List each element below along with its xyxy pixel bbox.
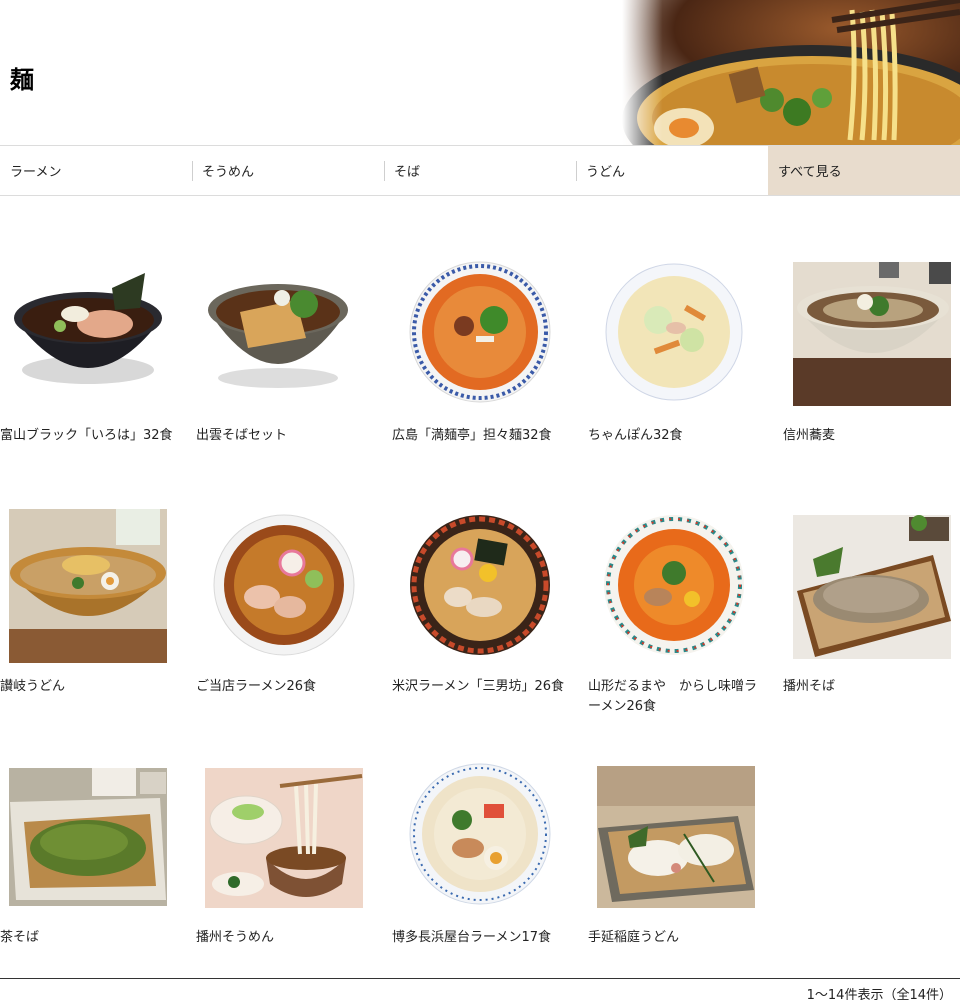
category-tabs: ラーメン そうめん そば うどん すべて見る: [0, 145, 960, 196]
page-title: 麺: [10, 66, 34, 94]
footer-divider: [0, 978, 960, 979]
tantanmen-plate-image: [392, 248, 568, 420]
tab-soba[interactable]: そば: [384, 146, 576, 195]
product-name: 茶そば: [0, 930, 40, 945]
somen-photo-image: [196, 750, 372, 922]
product-card[interactable]: 播州そうめん: [196, 750, 372, 980]
shoyu-ramen-plate-image: [196, 499, 372, 671]
product-card[interactable]: 富山ブラック「いろは」32食: [0, 248, 176, 478]
zaru-soba-photo-image: [783, 499, 959, 671]
soba-bowl-image: [196, 248, 372, 420]
product-card[interactable]: 米沢ラーメン「三男坊」26食: [392, 499, 568, 729]
cha-soba-photo-image: [0, 750, 176, 922]
product-card[interactable]: ご当店ラーメン26食: [196, 499, 372, 729]
product-name: 富山ブラック「いろは」32食: [0, 428, 173, 443]
product-name: ちゃんぽん32食: [588, 428, 683, 443]
product-row: 富山ブラック「いろは」32食 出雲そばセット 広島「満麺亭」担々麺32食 ちゃん…: [0, 248, 960, 499]
inaniwa-photo-image: [588, 750, 764, 922]
miso-ramen-plate-image: [392, 499, 568, 671]
product-name: 手延稲庭うどん: [588, 930, 680, 945]
tonkotsu-plate-image: [392, 750, 568, 922]
product-card[interactable]: 広島「満麺亭」担々麺32食: [392, 248, 568, 478]
tab-somen[interactable]: そうめん: [192, 146, 384, 195]
product-name: ご当店ラーメン26食: [196, 679, 317, 694]
karashi-miso-plate-image: [588, 499, 764, 671]
product-card[interactable]: 手延稲庭うどん: [588, 750, 764, 980]
product-card[interactable]: 讃岐うどん: [0, 499, 176, 729]
product-grid: 富山ブラック「いろは」32食 出雲そばセット 広島「満麺亭」担々麺32食 ちゃん…: [0, 248, 960, 1000]
product-name: 博多長浜屋台ラーメン17食: [392, 930, 552, 945]
product-card[interactable]: 博多長浜屋台ラーメン17食: [392, 750, 568, 980]
product-name: 山形だるまや からし味噌ラーメン26食: [588, 679, 758, 714]
tab-ramen[interactable]: ラーメン: [0, 146, 192, 195]
hero-ramen-image: [622, 0, 960, 145]
product-row: 讃岐うどん ご当店ラーメン26食 米沢ラーメン「三男坊」26食 山形だるまや か…: [0, 499, 960, 750]
header: 麺: [0, 0, 960, 145]
product-card[interactable]: 播州そば: [783, 499, 959, 729]
product-card[interactable]: ちゃんぽん32食: [588, 248, 764, 478]
product-name: 讃岐うどん: [0, 679, 66, 694]
tab-label: そうめん: [202, 165, 255, 180]
black-ramen-bowl-image: [0, 248, 176, 420]
udon-photo-image: [0, 499, 176, 671]
tab-label: うどん: [586, 165, 626, 180]
result-count: 1～14件表示（全14件）: [806, 988, 952, 1000]
product-row: 茶そば 播州そうめん 博多長浜屋台ラーメン17食 手延稲庭うどん: [0, 750, 960, 1000]
tab-label: そば: [394, 165, 421, 180]
product-card[interactable]: 信州蕎麦: [783, 248, 959, 478]
soba-photo-image: [783, 248, 959, 420]
product-card[interactable]: 出雲そばセット: [196, 248, 372, 478]
product-card[interactable]: 山形だるまや からし味噌ラーメン26食: [588, 499, 764, 729]
product-name: 播州そば: [783, 679, 836, 694]
product-name: 出雲そばセット: [196, 428, 288, 443]
product-name: 播州そうめん: [196, 930, 275, 945]
tab-see-all[interactable]: すべて見る: [768, 146, 960, 195]
page: 麺 ラーメン そうめん そば うどん すべて見る 富山ブラック「いろは」32食 …: [0, 0, 960, 1000]
tab-label: ラーメン: [10, 165, 62, 180]
tab-udon[interactable]: うどん: [576, 146, 768, 195]
product-name: 信州蕎麦: [783, 428, 836, 443]
product-name: 米沢ラーメン「三男坊」26食: [392, 679, 565, 694]
product-card[interactable]: 茶そば: [0, 750, 176, 980]
tab-label: すべて見る: [778, 165, 842, 180]
product-name: 広島「満麺亭」担々麺32食: [392, 428, 552, 443]
champon-plate-image: [588, 248, 764, 420]
